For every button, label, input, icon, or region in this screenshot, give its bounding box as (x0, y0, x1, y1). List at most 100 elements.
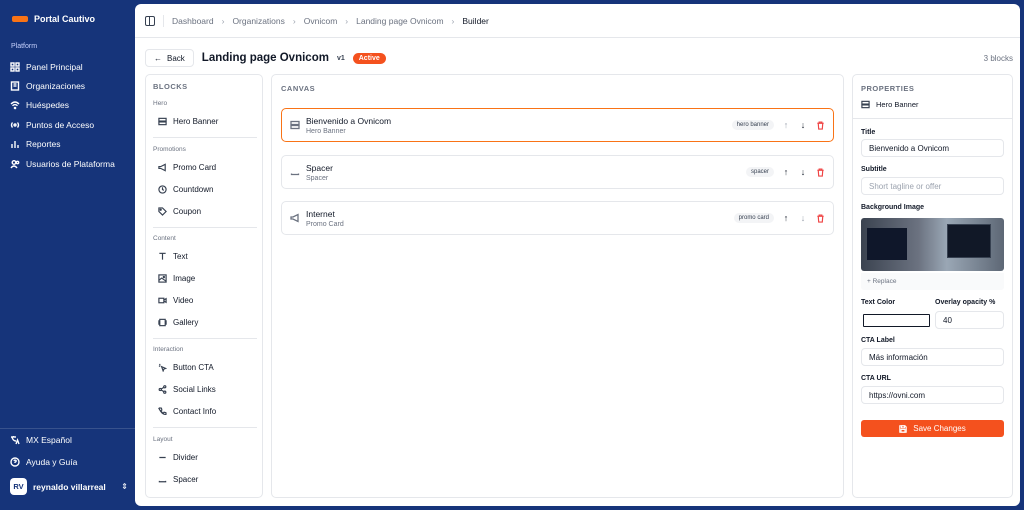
video-icon (158, 296, 167, 305)
card-title: Bienvenido a Ovnicom (306, 115, 392, 126)
cta-url-label: CTA URL (861, 375, 891, 382)
help-icon (10, 457, 20, 467)
block-label: Video (173, 296, 194, 305)
block-count: 3 blocks (983, 53, 1013, 63)
sidebar-section-label: Platform (11, 43, 38, 50)
version-label: v1 (336, 54, 345, 62)
move-down-icon[interactable]: ↓ (798, 213, 808, 223)
block-label: Text (173, 252, 188, 261)
trash-icon[interactable] (815, 120, 825, 130)
trash-icon[interactable] (815, 213, 825, 223)
brand[interactable]: Portal Cautivo (12, 14, 95, 24)
breadcrumb-item[interactable]: Ovnicom (304, 16, 338, 26)
block-promo-card[interactable]: Promo Card (158, 163, 216, 172)
block-coupon[interactable]: Coupon (158, 207, 201, 216)
text-color-picker[interactable] (863, 314, 930, 327)
subtitle-label: Subtitle (861, 166, 887, 173)
translate-icon (10, 435, 20, 445)
card-subtitle: Hero Banner (306, 127, 346, 135)
divider (153, 137, 257, 138)
block-type-badge: hero banner (731, 120, 774, 130)
block-button-cta[interactable]: Button CTA (158, 363, 214, 372)
page-header: ← Back Landing page Ovnicom v1 Active 3 … (145, 48, 1013, 68)
block-divider[interactable]: Divider (158, 453, 198, 462)
sidebar-item-organizaciones[interactable]: Organizaciones (10, 76, 130, 95)
replace-image-button[interactable]: + Replace (861, 273, 1004, 290)
block-hero-banner[interactable]: Hero Banner (158, 117, 218, 126)
breadcrumb-item[interactable]: Dashboard (172, 16, 214, 26)
language-selector[interactable]: MX Español (10, 435, 72, 445)
block-label: Hero Banner (173, 117, 219, 126)
sidebar: Portal Cautivo Platform Panel Principal … (0, 0, 135, 510)
move-up-icon[interactable]: ↑ (781, 167, 791, 177)
language-label: MX Español (26, 435, 72, 445)
sidebar-item-puntos-de-acceso[interactable]: Puntos de Acceso (10, 115, 130, 134)
canvas-block-card[interactable]: Bienvenido a Ovnicom Hero Banner hero ba… (281, 108, 834, 142)
sidebar-nav: Panel Principal Organizaciones Huéspedes… (10, 57, 130, 173)
sidebar-item-label: Puntos de Acceso (26, 119, 95, 130)
subtitle-input[interactable]: Short tagline or offer (861, 177, 1004, 195)
canvas-block-card[interactable]: Internet Promo Card promo card ↑ ↓ (281, 201, 834, 235)
move-down-icon[interactable]: ↓ (798, 167, 808, 177)
block-spacer[interactable]: Spacer (158, 475, 198, 484)
move-up-icon[interactable]: ↑ (781, 213, 791, 223)
overlay-opacity-input[interactable]: 40 (935, 311, 1004, 329)
sidebar-item-label: Huéspedes (26, 100, 70, 111)
title-input[interactable]: Bienvenido a Ovnicom (861, 139, 1004, 157)
block-label: Image (173, 274, 196, 283)
save-icon (899, 424, 908, 433)
move-up-icon[interactable]: ↑ (781, 120, 791, 130)
brand-title: Portal Cautivo (34, 14, 96, 24)
save-changes-button[interactable]: Save Changes (861, 420, 1004, 437)
status-badge: Active (352, 52, 386, 64)
sidebar-item-label: Usuarios de Plataforma (26, 158, 115, 169)
sidebar-item-reportes[interactable]: Reportes (10, 135, 130, 154)
block-label: Contact Info (173, 407, 217, 416)
page-title: Landing page Ovnicom (201, 52, 329, 64)
block-text[interactable]: Text (158, 252, 188, 261)
spacer-icon (158, 475, 167, 484)
trash-icon[interactable] (815, 167, 825, 177)
block-gallery[interactable]: Gallery (158, 318, 198, 327)
sidebar-item-usuarios[interactable]: Usuarios de Plataforma (10, 154, 130, 173)
block-countdown[interactable]: Countdown (158, 185, 213, 194)
sidebar-item-label: Reportes (26, 139, 61, 150)
cta-url-input[interactable]: https://ovni.com (861, 386, 1004, 404)
sidebar-item-label: Panel Principal (26, 61, 83, 72)
cta-label-input[interactable]: Más información (861, 348, 1004, 366)
background-image-label: Background Image (861, 204, 925, 211)
block-video[interactable]: Video (158, 296, 193, 305)
avatar: RV (10, 478, 27, 495)
arrow-left-icon: ← (154, 53, 162, 63)
help-link[interactable]: Ayuda y Guía (10, 457, 77, 467)
breadcrumb-item[interactable]: Landing page Ovnicom (356, 16, 443, 26)
chevron-right-icon: › (345, 15, 349, 26)
group-label-interaction: Interaction (153, 346, 184, 353)
sidebar-item-huespedes[interactable]: Huéspedes (10, 96, 130, 115)
group-label-layout: Layout (153, 436, 173, 443)
sidebar-item-label: Organizaciones (26, 81, 86, 92)
back-button[interactable]: ← Back (145, 49, 194, 67)
breadcrumb: Dashboard › Organizations › Ovnicom › La… (135, 4, 1020, 38)
user-menu[interactable]: RV reynaldo villarreal ⇕ (10, 478, 128, 495)
block-type-badge: promo card (733, 213, 774, 223)
block-social-links[interactable]: Social Links (158, 385, 216, 394)
title-label: Title (861, 129, 876, 136)
block-contact-info[interactable]: Contact Info (158, 407, 216, 416)
block-image[interactable]: Image (158, 274, 195, 283)
block-label: Coupon (173, 207, 202, 216)
background-image-preview (861, 218, 1004, 271)
group-label-content: Content (153, 235, 176, 242)
canvas-block-card[interactable]: Spacer Spacer spacer ↑ ↓ (281, 155, 834, 189)
block-label: Divider (173, 453, 198, 462)
card-subtitle: Promo Card (306, 220, 344, 228)
chevron-right-icon: › (292, 15, 296, 26)
block-label: Button CTA (173, 363, 214, 372)
grid-icon (10, 61, 20, 72)
text-icon (158, 252, 167, 261)
sidebar-toggle-icon[interactable] (145, 15, 155, 26)
sidebar-item-panel-principal[interactable]: Panel Principal (10, 57, 130, 76)
move-down-icon[interactable]: ↓ (798, 120, 808, 130)
chevron-right-icon: › (451, 15, 455, 26)
breadcrumb-item[interactable]: Organizations (232, 16, 284, 26)
